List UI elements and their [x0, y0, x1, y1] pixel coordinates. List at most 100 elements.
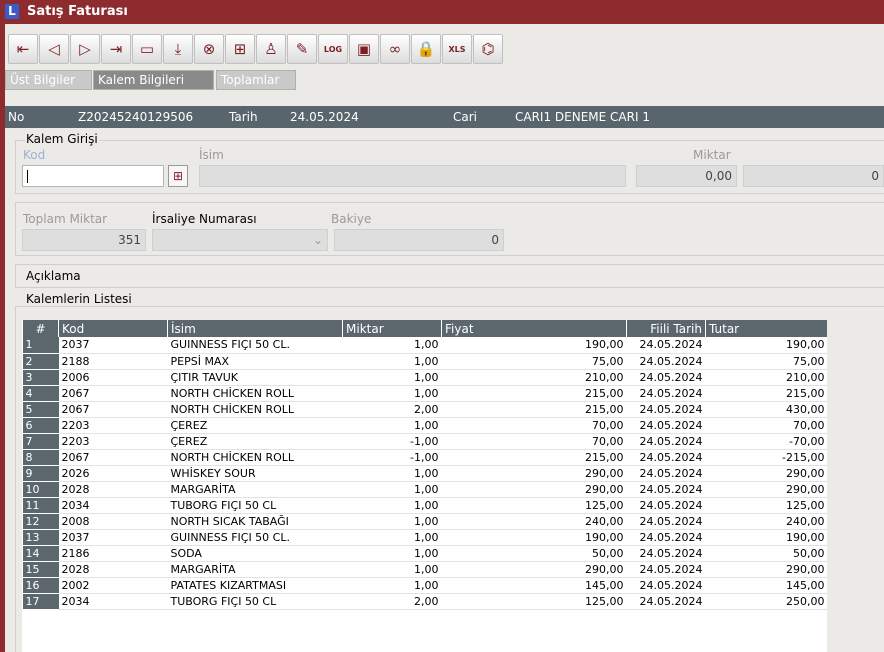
table-cell: 290,00 — [705, 465, 827, 482]
table-cell: 190,00 — [441, 337, 627, 354]
kod-input[interactable] — [22, 165, 164, 187]
table-cell: 2026 — [58, 465, 168, 482]
isim-field[interactable] — [199, 165, 626, 187]
tab-toplamlar[interactable]: Toplamlar — [216, 70, 296, 90]
table-cell: 15 — [22, 561, 59, 578]
table-cell: 12 — [22, 513, 59, 530]
table-cell: 8 — [22, 449, 59, 466]
table-row[interactable]: 2 2188 PEPSİ MAX 1,00 75,00 24.05.2024 75,00 — [22, 353, 827, 370]
table-cell: 2002 — [58, 577, 168, 594]
table-header-row: # Kod İsim Miktar Fiyat Fiili Tarih Tuta… — [22, 320, 827, 337]
table-cell: 24.05.2024 — [626, 369, 706, 386]
col-header-index[interactable]: # — [22, 320, 59, 337]
table-row[interactable]: 13 2037 GUINNESS FIÇI 50 CL. 1,00 190,00 24.0… — [22, 529, 827, 546]
table-cell: 24.05.2024 — [626, 497, 706, 514]
miktar-field[interactable]: 0,00 — [636, 165, 737, 187]
table-cell: 1,00 — [342, 353, 442, 370]
aciklama-group[interactable] — [15, 264, 884, 288]
prev-record-icon[interactable]: ◁ — [39, 34, 69, 64]
col-header-fiyat[interactable]: Fiyat — [441, 320, 627, 337]
log-icon[interactable]: LOG — [318, 34, 348, 64]
table-row[interactable]: 12 2008 NORTH SICAK TABAĞI 1,00 240,00 24.05.… — [22, 513, 827, 530]
table-row[interactable]: 9 2026 WHİSKEY SOUR 1,00 290,00 24.05.2024 290… — [22, 465, 827, 482]
table-row[interactable]: 15 2028 MARGARİTA 1,00 290,00 24.05.2024 290,0… — [22, 561, 827, 578]
table-row[interactable]: 5 2067 NORTH CHİCKEN ROLL 2,00 215,00 24.05.2… — [22, 401, 827, 418]
table-cell: 210,00 — [705, 369, 827, 386]
table-cell: 7 — [22, 433, 59, 450]
table-cell: 24.05.2024 — [626, 385, 706, 402]
delete-icon[interactable]: ⊗ — [194, 34, 224, 64]
table-cell: 24.05.2024 — [626, 561, 706, 578]
table-row[interactable]: 11 2034 TUBORG FIÇI 50 CL 1,00 125,00 24.05.2… — [22, 497, 827, 514]
table-cell: 24.05.2024 — [626, 449, 706, 466]
col-header-kod[interactable]: Kod — [58, 320, 168, 337]
link-icon[interactable]: ∞ — [380, 34, 410, 64]
table-cell: SODA — [167, 545, 343, 562]
table-cell: 70,00 — [441, 417, 627, 434]
table-row[interactable]: 6 2203 ÇEREZ 1,00 70,00 24.05.2024 70,00 — [22, 417, 827, 434]
lookup-icon[interactable]: ⊞ — [168, 165, 188, 187]
table-cell: 24.05.2024 — [626, 401, 706, 418]
table-cell: 75,00 — [441, 353, 627, 370]
table-row[interactable]: 14 2186 SODA 1,00 50,00 24.05.2024 50,00 — [22, 545, 827, 562]
table-row[interactable]: 10 2028 MARGARİTA 1,00 290,00 24.05.2024 290,0… — [22, 481, 827, 498]
table-row[interactable]: 4 2067 NORTH CHİCKEN ROLL 1,00 215,00 24.05.2… — [22, 385, 827, 402]
last-record-icon[interactable]: ⇥ — [101, 34, 131, 64]
cari-value: CARI1 DENEME CARI 1 — [515, 110, 650, 124]
list-group-title: Kalemlerin Listesi — [25, 292, 133, 306]
list-icon[interactable]: ▭ — [132, 34, 162, 64]
table-cell: 1,00 — [342, 417, 442, 434]
extra-field[interactable]: 0 — [743, 165, 884, 187]
table-cell: 215,00 — [441, 449, 627, 466]
table-cell: 1 — [22, 337, 59, 354]
table-cell: 2006 — [58, 369, 168, 386]
table-cell: 2186 — [58, 545, 168, 562]
add-folder-icon[interactable]: ⊞ — [225, 34, 255, 64]
bakiye-field: 0 — [334, 229, 504, 251]
table-cell: 190,00 — [705, 337, 827, 354]
next-record-icon[interactable]: ▷ — [70, 34, 100, 64]
xls-icon[interactable]: XLS — [442, 34, 472, 64]
table-cell: 2 — [22, 353, 59, 370]
table-cell: 2034 — [58, 593, 168, 610]
table-cell: 2203 — [58, 417, 168, 434]
table-cell: -1,00 — [342, 449, 442, 466]
table-row[interactable]: 7 2203 ÇEREZ -1,00 70,00 24.05.2024 -70,00 — [22, 433, 827, 450]
report-icon[interactable]: ⌬ — [473, 34, 503, 64]
table-row[interactable]: 16 2002 PATATES KIZARTMASI 1,00 145,00 24.05.… — [22, 577, 827, 594]
tab-ust-bilgiler[interactable]: Üst Bilgiler — [5, 70, 92, 90]
table-cell: 1,00 — [342, 385, 442, 402]
date-label: Tarih — [229, 110, 258, 124]
table-cell: 215,00 — [441, 385, 627, 402]
table-row[interactable]: 3 2006 ÇITIR TAVUK 1,00 210,00 24.05.2024 210,… — [22, 369, 827, 386]
table-cell: 290,00 — [705, 561, 827, 578]
table-row[interactable]: 17 2034 TUBORG FIÇI 50 CL 2,00 125,00 24.05.2… — [22, 593, 827, 610]
lock-icon[interactable]: 🔒 — [411, 34, 441, 64]
save-icon[interactable]: ⤓ — [163, 34, 193, 64]
col-header-isim[interactable]: İsim — [167, 320, 343, 337]
edit-icon[interactable]: ✎ — [287, 34, 317, 64]
table-cell: 145,00 — [705, 577, 827, 594]
print-icon[interactable]: ▣ — [349, 34, 379, 64]
table-cell: 2067 — [58, 385, 168, 402]
user-icon[interactable]: ♙ — [256, 34, 286, 64]
col-header-tutar[interactable]: Tutar — [705, 320, 827, 337]
document-info-bar: No Z20245240129506 Tarih 24.05.2024 Cari… — [5, 106, 884, 128]
table-cell: ÇEREZ — [167, 433, 343, 450]
table-cell: 70,00 — [441, 433, 627, 450]
first-record-icon[interactable]: ⇤ — [8, 34, 38, 64]
table-row[interactable]: 1 2037 GUINNESS FIÇI 50 CL. 1,00 190,00 24.05… — [22, 337, 827, 354]
irsaliye-select[interactable]: ⌄ — [152, 229, 328, 251]
aciklama-label[interactable]: Açıklama — [25, 269, 82, 283]
tab-kalem-bilgileri[interactable]: Kalem Bilgileri — [93, 70, 214, 90]
table-cell: 215,00 — [441, 401, 627, 418]
col-header-fiili-tarih[interactable]: Fiili Tarih — [626, 320, 706, 337]
items-table: # Kod İsim Miktar Fiyat Fiili Tarih Tuta… — [22, 320, 827, 652]
table-row[interactable]: 8 2067 NORTH CHİCKEN ROLL -1,00 215,00 24.05.… — [22, 449, 827, 466]
table-cell: 290,00 — [441, 561, 627, 578]
col-header-miktar[interactable]: Miktar — [342, 320, 442, 337]
table-cell: MARGARİTA — [167, 561, 343, 578]
table-cell: 240,00 — [705, 513, 827, 530]
main-content: ⇤ ◁ ▷ ⇥ ▭ ⤓ ⊗ ⊞ ♙ ✎ LOG ▣ ∞ 🔒 XLS ⌬ Üst Bilgiler Kalem … — [5, 24, 884, 652]
table-cell: TUBORG FIÇI 50 CL — [167, 497, 343, 514]
